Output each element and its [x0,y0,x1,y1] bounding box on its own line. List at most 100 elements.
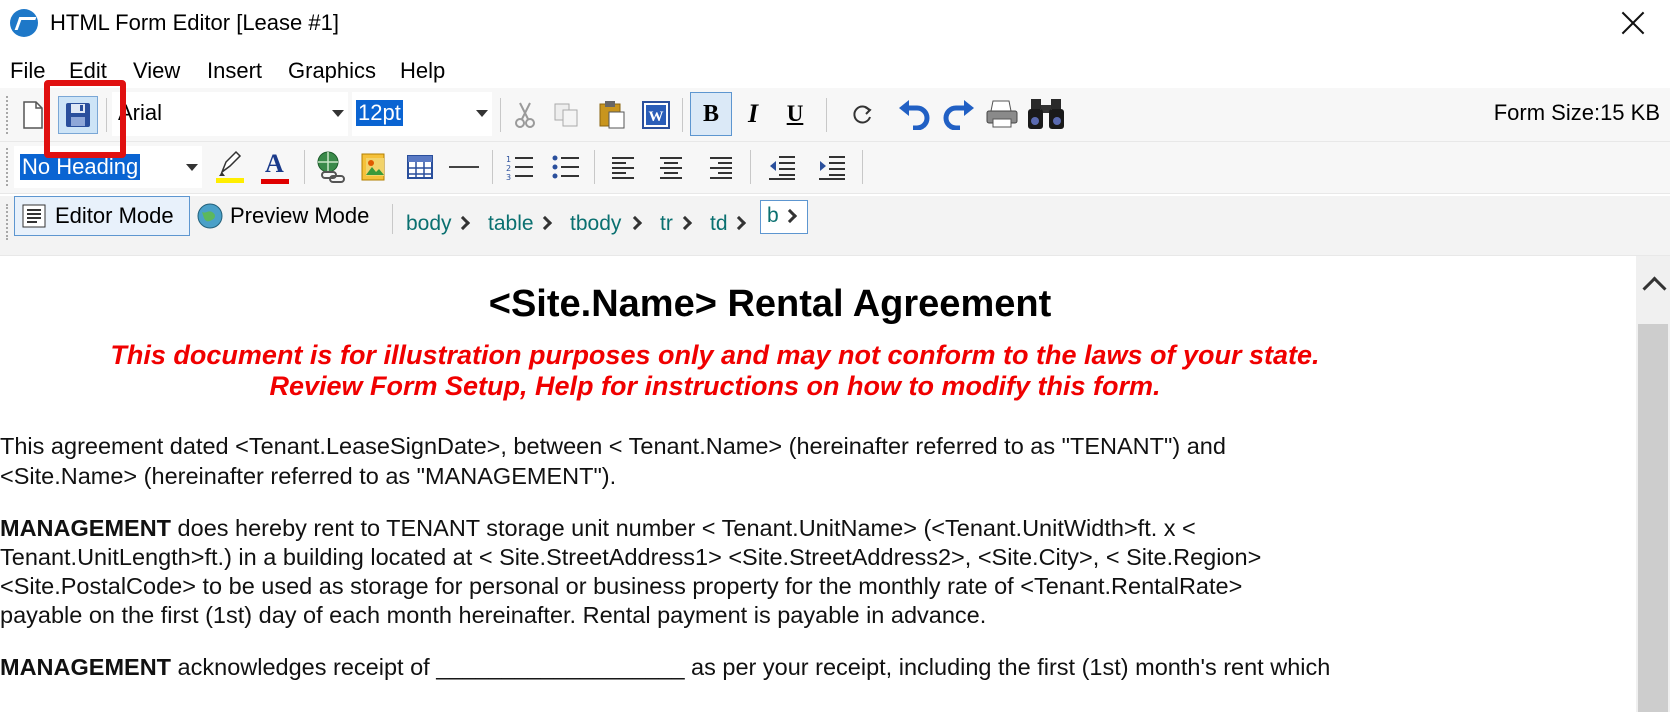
paragraph-rent-line-4: payable on the first (1st) day of each m… [0,602,987,628]
paragraph-toolbar: No Heading A 123 [0,142,1670,194]
paste-button[interactable] [594,96,630,134]
menu-help[interactable]: Help [400,58,445,84]
font-size-select[interactable]: 12pt [352,92,492,136]
find-button[interactable] [1026,94,1066,134]
window-title: HTML Form Editor [Lease #1] [50,10,339,35]
bullet-list-button[interactable] [548,146,584,188]
refresh-button[interactable] [848,96,878,134]
scrollbar-thumb[interactable] [1638,324,1668,712]
copy-button[interactable] [550,96,584,134]
chevron-right-icon [782,208,798,224]
redo-button[interactable] [940,94,978,134]
redo-icon [943,100,974,130]
editor-document-icon [22,204,46,228]
font-name-select[interactable]: Arial [112,92,348,136]
align-center-icon [660,157,682,179]
cut-button[interactable] [510,96,540,134]
svg-text:1: 1 [506,155,511,164]
menu-file[interactable]: File [10,58,45,84]
toolbar-separator [392,204,393,234]
breadcrumb-table[interactable]: table [488,212,534,236]
svg-text:2: 2 [506,164,511,173]
save-button-highlight [44,80,126,158]
paragraph-agreement-line-2: <Site.Name> (hereinafter referred to as … [0,463,617,489]
title-bar: HTML Form Editor [Lease #1] [0,0,1670,46]
toolbar-separator [594,150,595,184]
document-title: <Site.Name> Rental Agreement [488,283,1052,325]
toolbar-separator [304,150,305,184]
print-button[interactable] [982,94,1022,134]
management-label: MANAGEMENT [0,515,172,541]
receipt-text: acknowledges receipt of ________________… [171,654,1331,680]
close-button[interactable] [1616,6,1650,40]
new-document-icon [23,101,43,129]
vertical-scrollbar[interactable] [1636,256,1670,712]
menu-insert[interactable]: Insert [207,58,262,84]
toolbar-separator [492,150,493,184]
align-left-button[interactable] [606,146,640,188]
breadcrumb-body[interactable]: body [406,212,452,236]
menu-graphics[interactable]: Graphics [288,58,376,84]
indent-icon [819,156,845,180]
underline-button[interactable]: U [780,94,810,134]
chevron-down-icon [186,164,198,171]
breadcrumb-b: b [767,204,779,227]
bullet-list-icon [552,155,579,179]
font-size-value: 12pt [356,100,403,126]
align-center-button[interactable] [654,146,688,188]
undo-button[interactable] [895,94,933,134]
menu-bar: File Edit View Insert Graphics Help [0,52,1670,88]
font-color-button[interactable]: A [256,146,294,188]
editor-mode-button[interactable]: Editor Mode [14,196,190,236]
insert-table-button[interactable] [402,146,438,188]
insert-link-button[interactable] [312,146,348,188]
numbered-list-icon: 123 [506,155,533,181]
paragraph-rent-line-3: <Site.PostalCode> to be used as storage … [0,573,1243,599]
indent-button[interactable] [814,146,850,188]
paragraph-rent-line-2: Tenant.UnitLength>ft.) in a building loc… [0,544,1262,570]
bold-button[interactable]: B [690,92,732,136]
copy-icon [554,103,578,127]
word-document-icon: W [642,101,670,129]
toolbar-grip[interactable] [6,96,10,134]
font-color-icon: A [259,149,291,185]
rent-text: does hereby rent to TENANT storage unit … [171,515,1196,541]
italic-button[interactable]: I [738,94,768,134]
toolbar-separator [862,150,863,184]
scissors-icon [515,102,535,128]
toolbar-grip[interactable] [6,148,10,186]
app-logo-icon [10,9,38,37]
numbered-list-button[interactable]: 123 [502,146,538,188]
management-label: MANAGEMENT [0,654,172,680]
toolbar-separator [500,98,501,132]
horizontal-rule-icon [449,166,479,168]
highlight-color-button[interactable] [212,146,248,188]
align-left-icon [612,157,634,179]
paragraph-agreement-line-1: This agreement dated <Tenant.LeaseSignDa… [0,433,1226,459]
scroll-up-icon[interactable] [1640,270,1666,296]
word-import-button[interactable]: W [638,96,674,134]
breadcrumb-current[interactable]: b [760,200,808,234]
binoculars-icon [1028,99,1064,129]
svg-text:3: 3 [506,173,511,181]
chevron-down-icon [332,110,344,117]
toolbar-grip[interactable] [6,204,10,240]
image-icon [361,153,385,181]
horizontal-rule-button[interactable] [446,146,482,188]
preview-mode-button[interactable]: Preview Mode [194,196,384,236]
menu-view[interactable]: View [133,58,180,84]
breadcrumb-tbody[interactable]: tbody [570,212,621,236]
toolbar-separator [826,98,827,132]
undo-icon [899,100,930,130]
breadcrumb-td[interactable]: td [710,212,728,236]
outdent-button[interactable] [764,146,800,188]
align-right-button[interactable] [704,146,738,188]
mode-toolbar: Editor Mode Preview Mode [0,196,1670,256]
toolbar-separator [750,150,751,184]
insert-image-button[interactable] [356,146,392,188]
highlighter-icon [216,150,244,183]
font-color-letter: A [265,149,284,178]
breadcrumb-tr[interactable]: tr [660,212,673,236]
font-color-swatch [261,179,289,184]
format-toolbar: Arial 12pt W B I U Form Size:15 KB [0,88,1670,142]
